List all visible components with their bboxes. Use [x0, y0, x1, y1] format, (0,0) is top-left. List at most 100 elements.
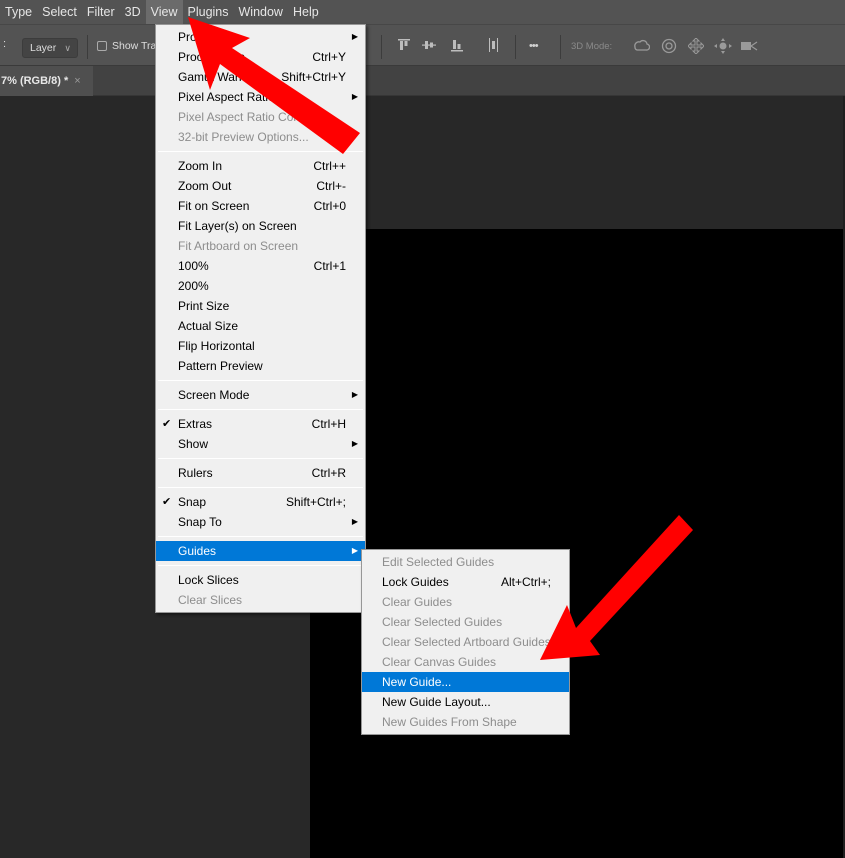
- menu-item-label: Gamut Warning: [178, 70, 262, 84]
- menu-item-fit-layer-s-on-screen[interactable]: Fit Layer(s) on Screen: [156, 216, 365, 236]
- menu-item-zoom-in[interactable]: Zoom In Ctrl++: [156, 156, 365, 176]
- show-transform-label: Show Tra: [112, 40, 157, 52]
- menu-select[interactable]: Select: [37, 0, 82, 24]
- auto-select-dropdown[interactable]: Layer ∨: [22, 38, 78, 58]
- view-menu-dropdown: Proof Setup ▶ Proof Colors Ctrl+Y Gamut Warn…: [155, 24, 366, 613]
- menu-item-flip-horizontal[interactable]: Flip Horizontal: [156, 336, 365, 356]
- menu-item-lock-slices[interactable]: Lock Slices: [156, 570, 365, 590]
- menu-item-label: Clear Selected Guides: [382, 615, 503, 629]
- menu-item-clear-slices: Clear Slices: [156, 590, 365, 610]
- menu-item-snap-to[interactable]: Snap To ▶: [156, 512, 365, 532]
- menu-item-label: Snap: [178, 495, 207, 509]
- menu-separator: [158, 458, 363, 459]
- menu-item-label: Clear Canvas Guides: [382, 655, 497, 669]
- orbit-3d-icon[interactable]: [632, 38, 651, 58]
- submenu-arrow-icon: ▶: [351, 390, 358, 399]
- menu-item-proof-setup[interactable]: Proof Setup ▶: [156, 27, 365, 47]
- menu-separator: [158, 151, 363, 152]
- menu-item-label: Guides: [178, 544, 217, 558]
- slide-3d-icon[interactable]: [714, 38, 732, 58]
- submenu-arrow-icon: ▶: [351, 32, 358, 41]
- menu-plugins[interactable]: Plugins: [183, 0, 234, 24]
- menu-item-label: Clear Slices: [178, 593, 243, 607]
- submenu-arrow-icon: ▶: [351, 517, 358, 526]
- menu-separator: [158, 536, 363, 537]
- menu-item-32-bit-preview-options: 32-bit Preview Options...: [156, 127, 365, 147]
- menu-item-pixel-aspect-ratio[interactable]: Pixel Aspect Ratio ▶: [156, 87, 365, 107]
- checkmark-icon: ✔: [162, 418, 172, 430]
- toolbar-divider: [87, 35, 88, 59]
- menu-item-fit-on-screen[interactable]: Fit on Screen Ctrl+0: [156, 196, 365, 216]
- show-transform-controls-checkbox[interactable]: Show Tra: [97, 40, 156, 52]
- menu-item-shortcut: Ctrl+1: [313, 259, 346, 273]
- document-canvas[interactable]: [310, 229, 843, 858]
- menu-item-zoom-out[interactable]: Zoom Out Ctrl+-: [156, 176, 365, 196]
- submenu-arrow-icon: ▶: [351, 92, 358, 101]
- menu-item-label: Print Size: [178, 299, 230, 313]
- menu-window[interactable]: Window: [234, 0, 288, 24]
- menu-item-fit-artboard-on-screen: Fit Artboard on Screen: [156, 236, 365, 256]
- menu-item-rulers[interactable]: Rulers Ctrl+R: [156, 463, 365, 483]
- menu-item-gamut-warning[interactable]: Gamut Warning Shift+Ctrl+Y: [156, 67, 365, 87]
- menu-filter[interactable]: Filter: [82, 0, 120, 24]
- menu-item-100[interactable]: 100% Ctrl+1: [156, 256, 365, 276]
- 3d-mode-label: 3D Mode:: [571, 41, 613, 52]
- menu-separator: [158, 487, 363, 488]
- menu-item-new-guide-layout[interactable]: New Guide Layout...: [362, 692, 569, 712]
- menu-item-actual-size[interactable]: Actual Size: [156, 316, 365, 336]
- menu-item-200[interactable]: 200%: [156, 276, 365, 296]
- menu-item-label: Snap To: [178, 515, 222, 529]
- menu-item-label: 100%: [178, 259, 209, 273]
- menu-item-screen-mode[interactable]: Screen Mode ▶: [156, 385, 365, 405]
- menu-item-new-guide[interactable]: New Guide...: [362, 672, 569, 692]
- menu-item-shortcut: Alt+Ctrl+;: [500, 575, 551, 589]
- submenu-arrow-icon: ▶: [351, 546, 358, 555]
- menu-item-label: New Guide Layout...: [382, 695, 491, 709]
- menu-item-label: Flip Horizontal: [178, 339, 255, 353]
- document-tab[interactable]: 7% (RGB/8) * ×: [0, 66, 93, 96]
- menu-item-print-size[interactable]: Print Size: [156, 296, 365, 316]
- menu-item-show[interactable]: Show ▶: [156, 434, 365, 454]
- chevron-down-icon: ∨: [64, 43, 71, 53]
- menu-item-clear-guides: Clear Guides: [362, 592, 569, 612]
- menu-3d[interactable]: 3D: [120, 0, 146, 24]
- menu-item-extras[interactable]: ✔ Extras Ctrl+H: [156, 414, 365, 434]
- workspace: [0, 96, 845, 858]
- scale-3d-camera-icon[interactable]: [741, 38, 759, 58]
- menu-item-guides[interactable]: Guides ▶: [156, 541, 365, 561]
- align-bottom-edges-icon[interactable]: [450, 38, 464, 56]
- menu-item-label: Fit Artboard on Screen: [178, 239, 299, 253]
- document-tab-title: 7% (RGB/8) *: [1, 75, 69, 87]
- menu-item-snap[interactable]: ✔ Snap Shift+Ctrl+;: [156, 492, 365, 512]
- menu-type[interactable]: Type: [0, 0, 37, 24]
- close-icon[interactable]: ×: [74, 75, 80, 87]
- menu-item-label: Show: [178, 437, 209, 451]
- toolbar-divider: [560, 35, 561, 59]
- menu-item-label: Pixel Aspect Ratio Correction: [178, 110, 334, 124]
- menu-item-label: Extras: [178, 417, 213, 431]
- menu-item-label: Zoom Out: [178, 179, 232, 193]
- menu-item-proof-colors[interactable]: Proof Colors Ctrl+Y: [156, 47, 365, 67]
- menu-item-pattern-preview[interactable]: Pattern Preview: [156, 356, 365, 376]
- align-vertical-centers-icon[interactable]: [422, 38, 436, 56]
- menu-item-label: Screen Mode: [178, 388, 250, 402]
- menu-item-label: New Guides From Shape: [382, 715, 517, 729]
- auto-select-value: Layer: [30, 42, 57, 54]
- menu-item-label: Proof Colors: [178, 50, 245, 64]
- menu-view[interactable]: View: [145, 0, 183, 24]
- toolbar-divider: [381, 35, 382, 59]
- align-top-edges-icon[interactable]: [397, 38, 411, 56]
- menu-item-label: Clear Selected Artboard Guides: [382, 635, 551, 649]
- menu-item-label: 200%: [178, 279, 209, 293]
- more-options-icon[interactable]: •••: [529, 38, 539, 54]
- roll-3d-icon[interactable]: [661, 38, 677, 58]
- menu-item-clear-selected-guides: Clear Selected Guides: [362, 612, 569, 632]
- pan-3d-icon[interactable]: [687, 37, 705, 58]
- menu-item-lock-guides[interactable]: Lock Guides Alt+Ctrl+;: [362, 572, 569, 592]
- menu-item-label: Edit Selected Guides: [382, 555, 495, 569]
- menu-bar: Type Select Filter 3D View Plugins Windo…: [0, 0, 845, 24]
- menu-help[interactable]: Help: [288, 0, 324, 24]
- menu-item-label: Fit on Screen: [178, 199, 250, 213]
- distribute-horizontal-icon[interactable]: [487, 38, 501, 56]
- menu-item-label: Rulers: [178, 466, 213, 480]
